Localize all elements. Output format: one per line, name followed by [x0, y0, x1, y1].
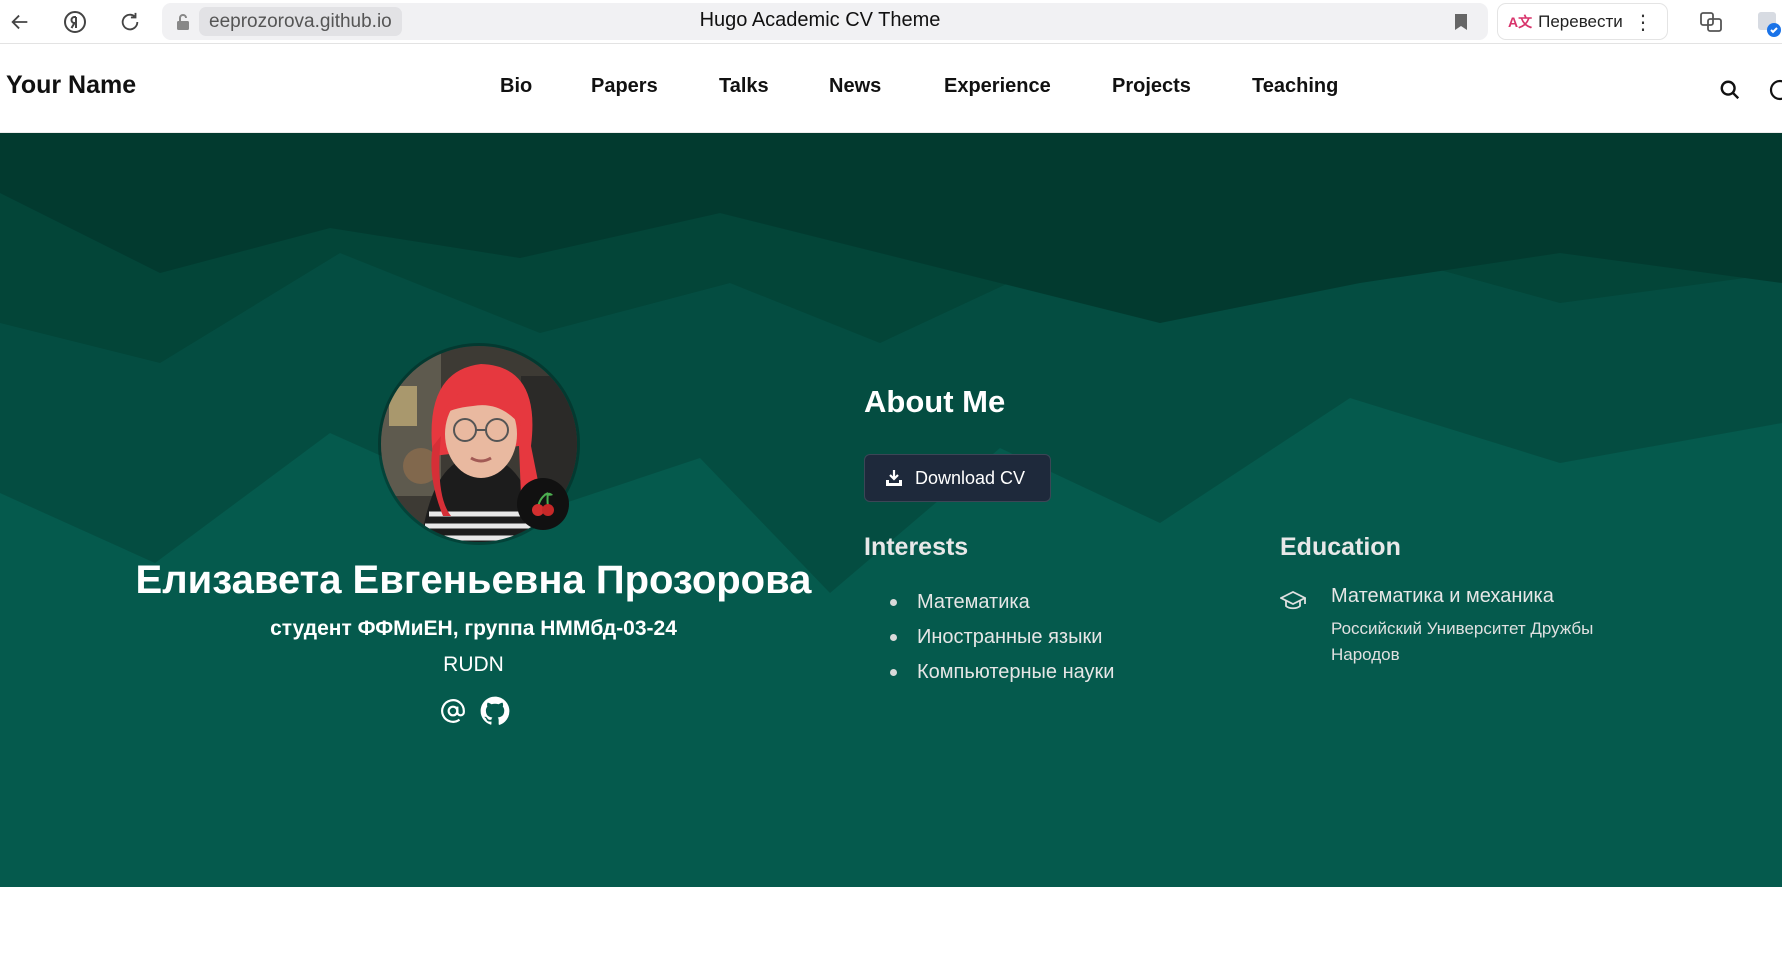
at-icon[interactable] [438, 696, 468, 726]
translate-icon: A文 [1508, 13, 1533, 30]
moon-icon [1769, 79, 1782, 101]
profile-organization: RUDN [443, 653, 504, 676]
nav-link-papers[interactable]: Papers [591, 75, 658, 98]
nav-link-projects[interactable]: Projects [1112, 75, 1191, 98]
interest-label: Компьютерные науки [917, 661, 1115, 683]
github-icon[interactable] [480, 696, 510, 726]
list-item: Иностранные языки [864, 620, 1114, 655]
interests-heading: Interests [864, 533, 969, 561]
education-institution: Российский Университет Дружбы Народов [1331, 619, 1594, 664]
list-item: Математика [864, 585, 1114, 620]
nav-link-bio[interactable]: Bio [500, 75, 532, 98]
bookmark-button[interactable] [1448, 8, 1474, 36]
bookmark-icon [1455, 14, 1467, 30]
translate-button[interactable]: A文 Перевести ⋮ [1497, 3, 1668, 40]
nav-link-talks[interactable]: Talks [719, 75, 769, 98]
profile-status-icon [1758, 12, 1781, 37]
bullet-icon [890, 634, 897, 641]
translate-label: Перевести [1538, 11, 1623, 31]
search-button[interactable] [1715, 75, 1745, 105]
education-heading: Education [1280, 533, 1401, 561]
nav-link-experience[interactable]: Experience [944, 75, 1051, 98]
search-icon [1720, 80, 1740, 100]
nav-link-teaching[interactable]: Teaching [1252, 75, 1338, 98]
page-tab-title: Hugo Academic CV Theme [699, 9, 941, 31]
education-course: Математика и механика [1331, 585, 1554, 607]
extensions-button[interactable] [1696, 6, 1726, 38]
graduation-cap-icon [1280, 590, 1306, 610]
reader-icon [1700, 12, 1722, 32]
nav-menu: Bio Papers Talks News Experience Project… [0, 75, 1782, 105]
more-vertical-icon[interactable]: ⋮ [1633, 10, 1653, 35]
hero-background [0, 133, 1782, 887]
site-navbar: Your Name Bio Papers Talks News Experien… [0, 45, 1782, 133]
bullet-icon [890, 669, 897, 676]
list-item: Компьютерные науки [864, 655, 1114, 690]
interests-list: Математика Иностранные языки Компьютерны… [864, 585, 1114, 690]
profile-role: студент ФФМиЕН, группа НММбд-03-24 [270, 617, 677, 640]
profile-button[interactable] [1756, 8, 1782, 38]
download-icon [886, 470, 902, 486]
download-cv-button[interactable]: Download CV [864, 454, 1051, 502]
nav-link-news[interactable]: News [829, 75, 881, 98]
about-heading: About Me [864, 384, 1006, 419]
interest-label: Математика [917, 591, 1030, 613]
profile-avatar [381, 346, 577, 542]
interest-label: Иностранные языки [917, 626, 1103, 648]
theme-toggle-button[interactable] [1768, 75, 1782, 105]
social-links [438, 696, 512, 728]
download-cv-label: Download CV [915, 467, 1026, 488]
profile-name: Елизавета Евгеньевна Прозорова [135, 558, 812, 602]
bullet-icon [890, 599, 897, 606]
browser-toolbar: eeprozorova.github.io Hugo Academic CV T… [0, 0, 1782, 44]
cherry-icon [517, 478, 569, 530]
hero-section: Елизавета Евгеньевна Прозорова студент Ф… [0, 133, 1782, 887]
